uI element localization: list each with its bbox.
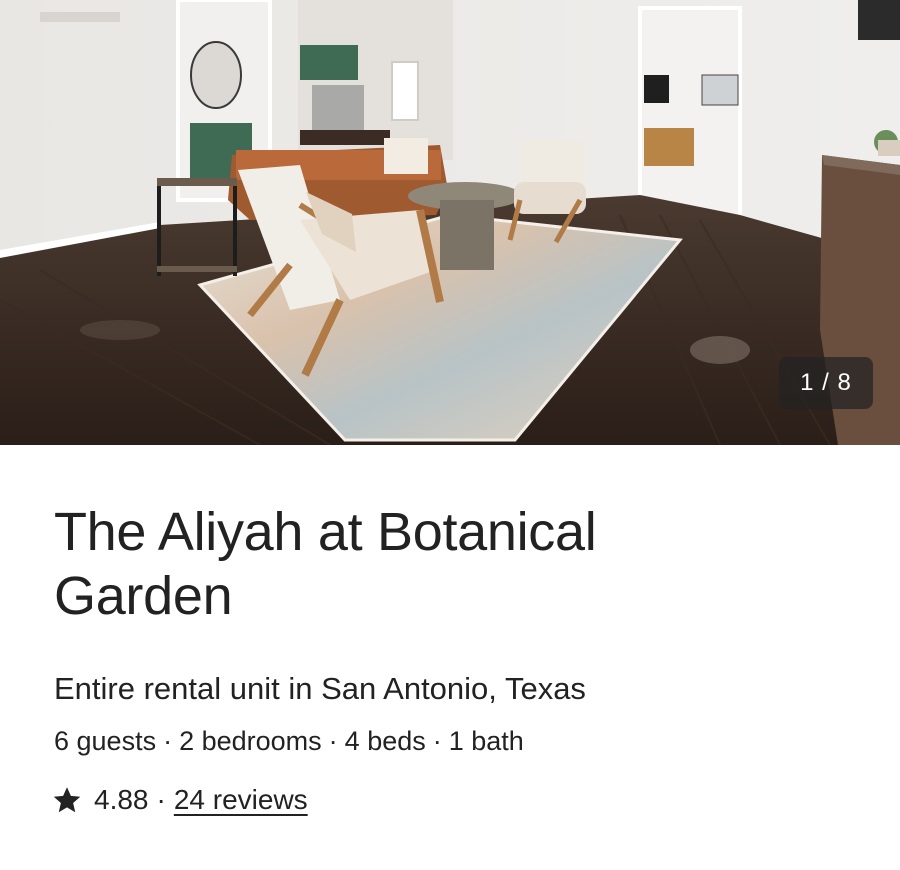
listing-page: 1 / 8 The Aliyah at Botanical Garden Ent… [0, 0, 900, 870]
separator: · [432, 726, 442, 756]
reviews-link[interactable]: 24 reviews [174, 782, 308, 818]
listing-title: The Aliyah at Botanical Garden [54, 500, 854, 628]
bedrooms-count: 2 bedrooms [179, 726, 322, 756]
guests-count: 6 guests [54, 726, 157, 756]
separator: · [156, 784, 166, 815]
living-room-image [0, 0, 900, 445]
separator: · [328, 726, 338, 756]
listing-photo[interactable]: 1 / 8 [0, 0, 900, 445]
listing-title-line1: The Aliyah at Botanical [54, 502, 597, 562]
listing-details: 6 guests · 2 bedrooms · 4 beds · 1 bath [54, 724, 524, 758]
listing-subtitle: Entire rental unit in San Antonio, Texas [54, 671, 586, 706]
listing-title-line2: Garden [54, 566, 233, 626]
beds-count: 4 beds [344, 726, 426, 756]
separator: · [163, 726, 173, 756]
star-icon [53, 787, 81, 813]
listing-rating: 4.88 · 24 reviews [52, 782, 308, 818]
photo-counter: 1 / 8 [779, 357, 873, 409]
baths-count: 1 bath [448, 726, 524, 756]
rating-value: 4.88 [94, 784, 149, 815]
